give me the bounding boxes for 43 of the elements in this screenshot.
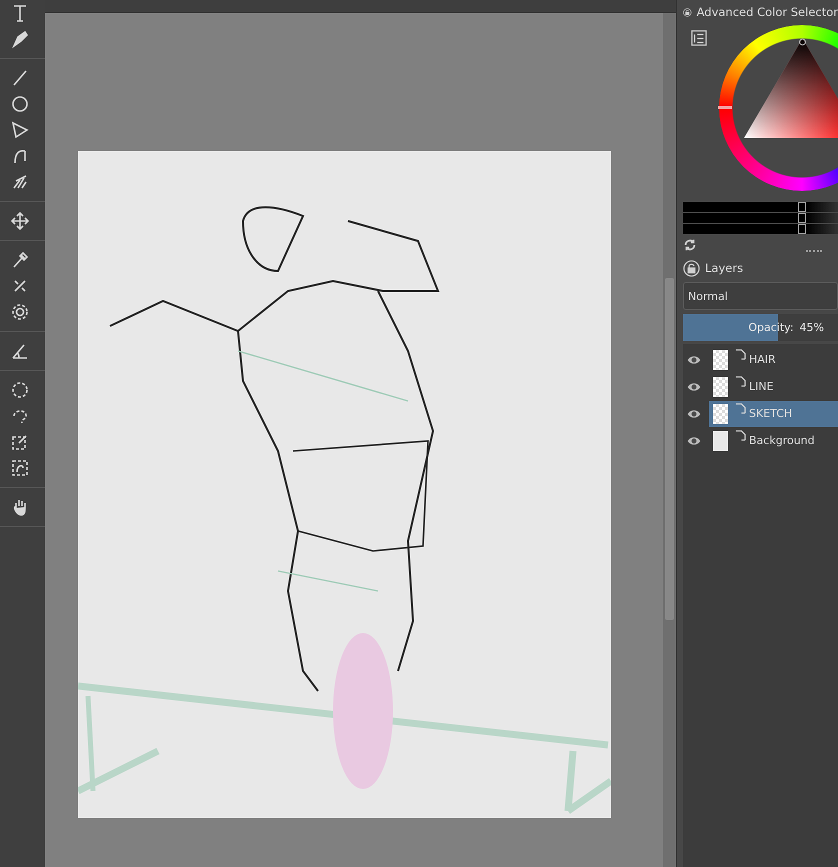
- eye-icon[interactable]: [687, 354, 701, 364]
- layer-name: Background: [749, 434, 815, 447]
- dashed-circle-select-icon[interactable]: [10, 380, 30, 400]
- layer-name: SKETCH: [749, 407, 792, 420]
- layer-item[interactable]: LINE: [709, 374, 838, 400]
- curve-select-icon[interactable]: [10, 458, 30, 478]
- paint-layer-icon: [735, 376, 746, 387]
- color-slider[interactable]: [683, 202, 838, 212]
- opacity-value: 45%: [800, 321, 824, 334]
- resize-grip[interactable]: [806, 250, 822, 254]
- move-arrows-icon[interactable]: [10, 211, 30, 231]
- slider-handle[interactable]: [798, 202, 806, 212]
- refresh-icon[interactable]: [683, 238, 697, 252]
- settings-list-icon[interactable]: [691, 30, 707, 46]
- vertical-scrollbar[interactable]: [663, 13, 676, 867]
- circle-target-icon[interactable]: [10, 302, 30, 322]
- docker-title: Advanced Color Selector: [696, 5, 838, 19]
- paint-layer-icon: [735, 349, 746, 360]
- ellipse-tool-icon[interactable]: [10, 94, 30, 114]
- color-slider[interactable]: [683, 213, 838, 223]
- layer-name: HAIR: [749, 353, 776, 366]
- hue-marker[interactable]: [718, 106, 732, 109]
- paint-layer-icon: [735, 403, 746, 414]
- eye-icon[interactable]: [687, 382, 701, 392]
- eye-icon[interactable]: [687, 436, 701, 446]
- layer-thumbnail: [713, 430, 728, 450]
- pen-nib-icon[interactable]: [10, 29, 30, 49]
- slider-handle[interactable]: [798, 224, 806, 234]
- paint-layer-icon: [735, 430, 746, 441]
- color-slider[interactable]: [683, 224, 838, 234]
- layer-item[interactable]: SKETCH: [709, 400, 838, 426]
- lock-icon[interactable]: [683, 260, 700, 276]
- docker-title: Layers: [705, 261, 744, 275]
- layer-item[interactable]: HAIR: [709, 346, 838, 372]
- layer-item[interactable]: Background: [709, 428, 838, 454]
- eye-icon[interactable]: [687, 408, 701, 418]
- layer-thumbnail: [713, 404, 728, 424]
- slider-handle[interactable]: [798, 213, 806, 223]
- polygon-tool-icon[interactable]: [10, 120, 30, 140]
- layer-thumbnail: [713, 376, 728, 396]
- blend-mode-dropdown[interactable]: Normal: [683, 282, 838, 310]
- layer-name: LINE: [749, 380, 774, 393]
- layer-thumbnail: [713, 350, 728, 370]
